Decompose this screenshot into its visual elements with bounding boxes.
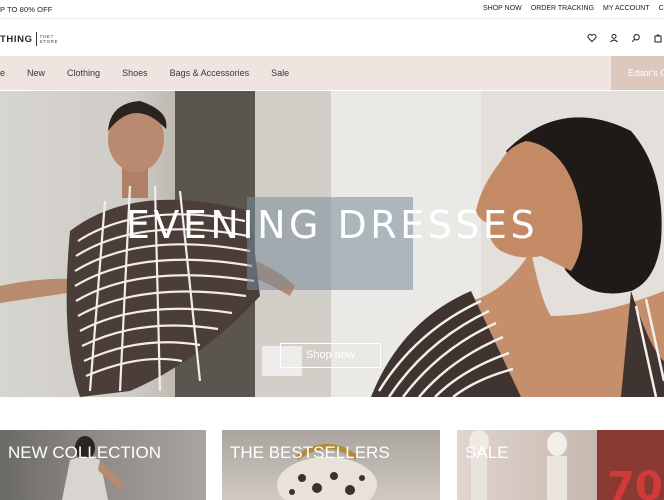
order-tracking-link[interactable]: ORDER TRACKING (531, 5, 594, 12)
cart-icon[interactable] (652, 32, 664, 44)
header-icons (576, 32, 664, 44)
top-bar: P TO 80% OFF SHOP NOW ORDER TRACKING MY … (0, 0, 664, 19)
sale-label: SALE (465, 443, 509, 462)
top-links: SHOP NOW ORDER TRACKING MY ACCOUNT CO (483, 5, 664, 12)
my-account-link[interactable]: MY ACCOUNT (603, 5, 650, 12)
nav-item-home[interactable]: e (0, 68, 5, 78)
bestsellers-image (277, 444, 377, 500)
contact-link[interactable]: CO (659, 5, 664, 12)
new-collection-image (62, 436, 125, 500)
bestsellers-label: THE BESTSELLERS (230, 443, 390, 462)
hero-banner: EVENING DRESSES Shop now (0, 91, 664, 397)
nav-items: e New Clothing Shoes Bags & Accessories … (0, 68, 289, 78)
bestsellers-tile[interactable]: THE BESTSELLERS (222, 430, 440, 500)
category-tiles: NEW COLLECTION THE BESTSELLERS 70 SALE (0, 430, 664, 500)
logo-divider (35, 32, 37, 46)
site-header: THING THE7 STORE (0, 20, 664, 56)
sale-image: 70 (469, 430, 664, 500)
user-icon[interactable] (608, 32, 620, 44)
nav-item-shoes[interactable]: Shoes (122, 68, 148, 78)
promo-text: P TO 80% OFF (0, 5, 53, 14)
logo-subtitle: THE7 STORE (40, 34, 59, 44)
nav-item-sale[interactable]: Sale (271, 68, 289, 78)
svg-text:70: 70 (607, 464, 663, 500)
shop-now-button[interactable]: Shop now (280, 343, 381, 368)
search-icon[interactable] (630, 32, 642, 44)
new-collection-tile[interactable]: NEW COLLECTION (0, 430, 206, 500)
logo-small-line2: STORE (39, 39, 59, 44)
nav-item-new[interactable]: New (27, 68, 45, 78)
nav-item-clothing[interactable]: Clothing (67, 68, 100, 78)
shop-now-link[interactable]: SHOP NOW (483, 5, 522, 12)
sale-tile[interactable]: 70 SALE (457, 430, 664, 500)
new-collection-label: NEW COLLECTION (8, 443, 162, 462)
logo-word: THING (0, 33, 33, 45)
hero-title: EVENING DRESSES (125, 203, 539, 247)
editors-choice-button[interactable]: Editor's C (611, 56, 664, 90)
logo[interactable]: THING THE7 STORE (0, 32, 58, 46)
main-nav: e New Clothing Shoes Bags & Accessories … (0, 56, 664, 90)
nav-item-bags-accessories[interactable]: Bags & Accessories (170, 68, 250, 78)
heart-icon[interactable] (586, 32, 598, 44)
